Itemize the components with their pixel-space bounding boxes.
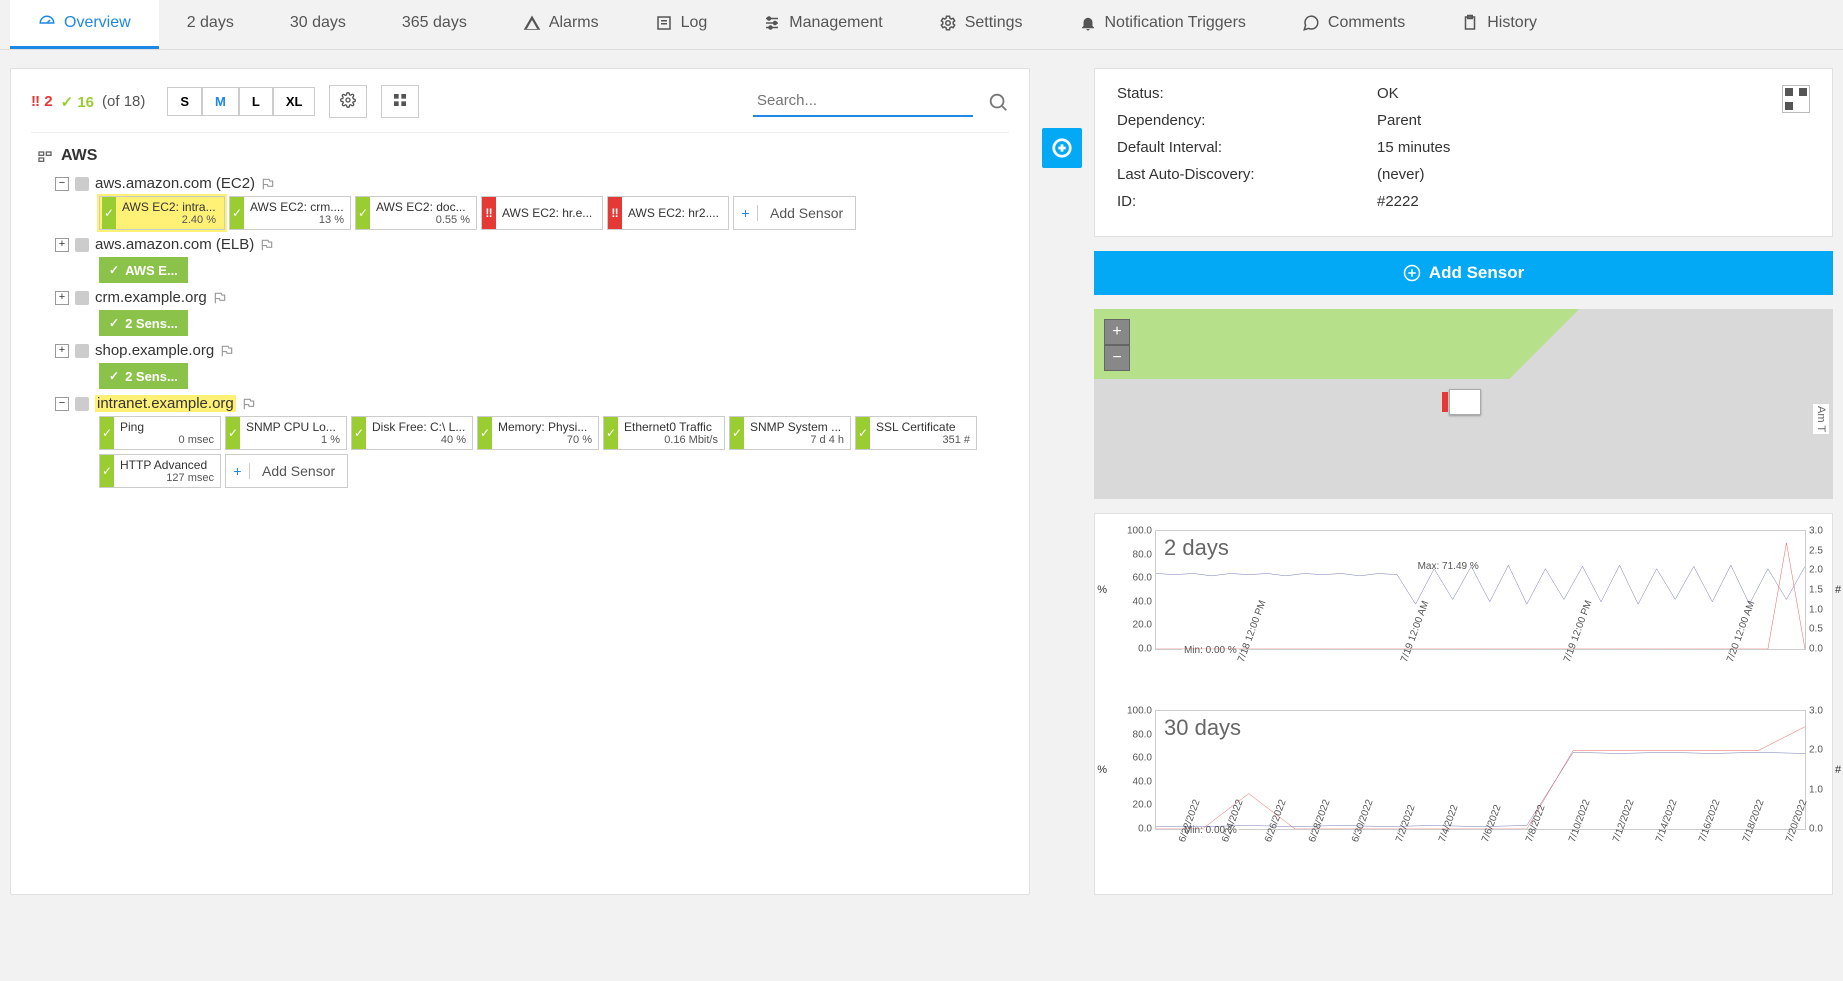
info-row: Last Auto-Discovery:(never) [1117,166,1810,183]
error-count: ‼ 2 [31,93,53,110]
page-tabs: Overview2 days30 days365 daysAlarmsLogMa… [0,0,1843,50]
tree-expander[interactable]: + [55,238,69,252]
tab-30-days[interactable]: 30 days [262,0,374,49]
device-shop-example-org[interactable]: +shop.example.org [55,342,1009,359]
tile-size-buttons: SMLXL [167,87,315,116]
tab-2-days[interactable]: 2 days [159,0,262,49]
sensor-tile[interactable]: ✓AWS EC2: intra...2.40 % [99,196,225,230]
flag-icon[interactable] [213,291,227,305]
sensor-tile[interactable]: ✓AWS EC2: crm....13 % [229,196,351,230]
add-sensor-inline[interactable]: +Add Sensor [733,196,856,230]
device-aws-amazon-com-elb-[interactable]: +aws.amazon.com (ELB) [55,236,1009,253]
sensor-overview-card: ‼ 2 ✓ 16 (of 18) SMLXL AWS −aws.amazon.co… [10,68,1030,895]
sensor-tile[interactable]: ✓HTTP Advanced127 msec [99,454,221,488]
sensor-tile[interactable]: ✓Ping0 msec [99,416,221,450]
add-sensor-inline[interactable]: +Add Sensor [225,454,348,488]
tab-comments[interactable]: Comments [1274,0,1433,49]
sensor-tile[interactable]: ✓SNMP CPU Lo...1 % [225,416,347,450]
add-fab-button[interactable] [1042,128,1082,168]
device-crm-example-org[interactable]: +crm.example.org [55,289,1009,306]
tab-history[interactable]: History [1433,0,1565,49]
size-xl-button[interactable]: XL [273,87,316,116]
tab-settings[interactable]: Settings [911,0,1051,49]
total-count: (of 18) [102,93,145,110]
sensor-summary-badge[interactable]: AWS E... [99,257,188,283]
device-aws-amazon-com-ec2-[interactable]: −aws.amazon.com (EC2) [55,175,1009,192]
sensor-tile[interactable]: ✓Memory: Physi...70 % [477,416,599,450]
tab-notification-triggers[interactable]: Notification Triggers [1051,0,1274,49]
group-header[interactable]: AWS [37,147,1009,165]
sensor-summary-badge[interactable]: 2 Sens... [99,310,188,336]
tab-management[interactable]: Management [735,0,910,49]
flag-icon[interactable] [220,344,234,358]
tab-overview[interactable]: Overview [10,0,159,49]
tree-expander[interactable]: − [55,397,69,411]
tab-alarms[interactable]: Alarms [495,0,627,49]
sensor-tile[interactable]: ✓AWS EC2: doc...0.55 % [355,196,477,230]
sensor-tile[interactable]: ✓Disk Free: C:\ L...40 % [351,416,473,450]
sensor-tile[interactable]: ✓Ethernet0 Traffic0.16 Mbit/s [603,416,725,450]
sensor-tile[interactable]: ‼AWS EC2: hr.e... [481,196,603,230]
device-intranet-example-org[interactable]: −intranet.example.org [55,395,1009,412]
info-row: Default Interval:15 minutes [1117,139,1810,156]
sensor-tile[interactable]: ✓SNMP System ...7 d 4 h [729,416,851,450]
qr-icon[interactable] [1782,85,1810,113]
map-zoom-in[interactable]: + [1104,319,1130,345]
tab-365-days[interactable]: 365 days [374,0,495,49]
gear-icon[interactable] [329,85,367,118]
map-pin[interactable] [1449,389,1481,415]
search-icon[interactable] [987,91,1009,113]
add-sensor-button[interactable]: Add Sensor [1094,251,1833,295]
ok-count: ✓ 16 [61,93,94,111]
tree-expander[interactable]: − [55,177,69,191]
object-info-card: Status:OK Dependency:Parent Default Interv… [1094,68,1833,237]
grid-view-icon[interactable] [381,85,419,118]
tab-log[interactable]: Log [627,0,736,49]
flag-icon[interactable] [242,397,256,411]
size-l-button[interactable]: L [239,87,273,116]
flag-icon[interactable] [261,177,275,191]
size-m-button[interactable]: M [202,87,239,116]
tree-expander[interactable]: + [55,291,69,305]
info-row: Dependency:Parent [1117,112,1782,129]
overview-toolbar: ‼ 2 ✓ 16 (of 18) SMLXL [31,85,1009,133]
sensor-summary-badge[interactable]: 2 Sens... [99,363,188,389]
device-icon [75,238,89,252]
map-widget[interactable]: + − Am T [1094,309,1833,499]
sensor-tile[interactable]: ‼AWS EC2: hr2.... [607,196,729,230]
info-row: Status:OK [1117,85,1782,102]
map-zoom-out[interactable]: − [1104,345,1130,371]
flag-icon[interactable] [260,238,274,252]
charts-card: 0.020.040.060.080.0100.0%0.00.51.01.52.0… [1094,513,1833,895]
device-icon [75,344,89,358]
map-attribution: Am T [1813,404,1829,434]
tree-expander[interactable]: + [55,344,69,358]
sensor-tile[interactable]: ✓SSL Certificate351 # [855,416,977,450]
group-icon [37,148,53,164]
device-icon [75,291,89,305]
info-row: ID:#2222 [1117,193,1810,210]
device-tree: AWS −aws.amazon.com (EC2) ✓AWS EC2: intra.… [31,147,1009,488]
size-s-button[interactable]: S [167,87,202,116]
device-icon [75,397,89,411]
device-icon [75,177,89,191]
search-input[interactable] [753,86,973,117]
